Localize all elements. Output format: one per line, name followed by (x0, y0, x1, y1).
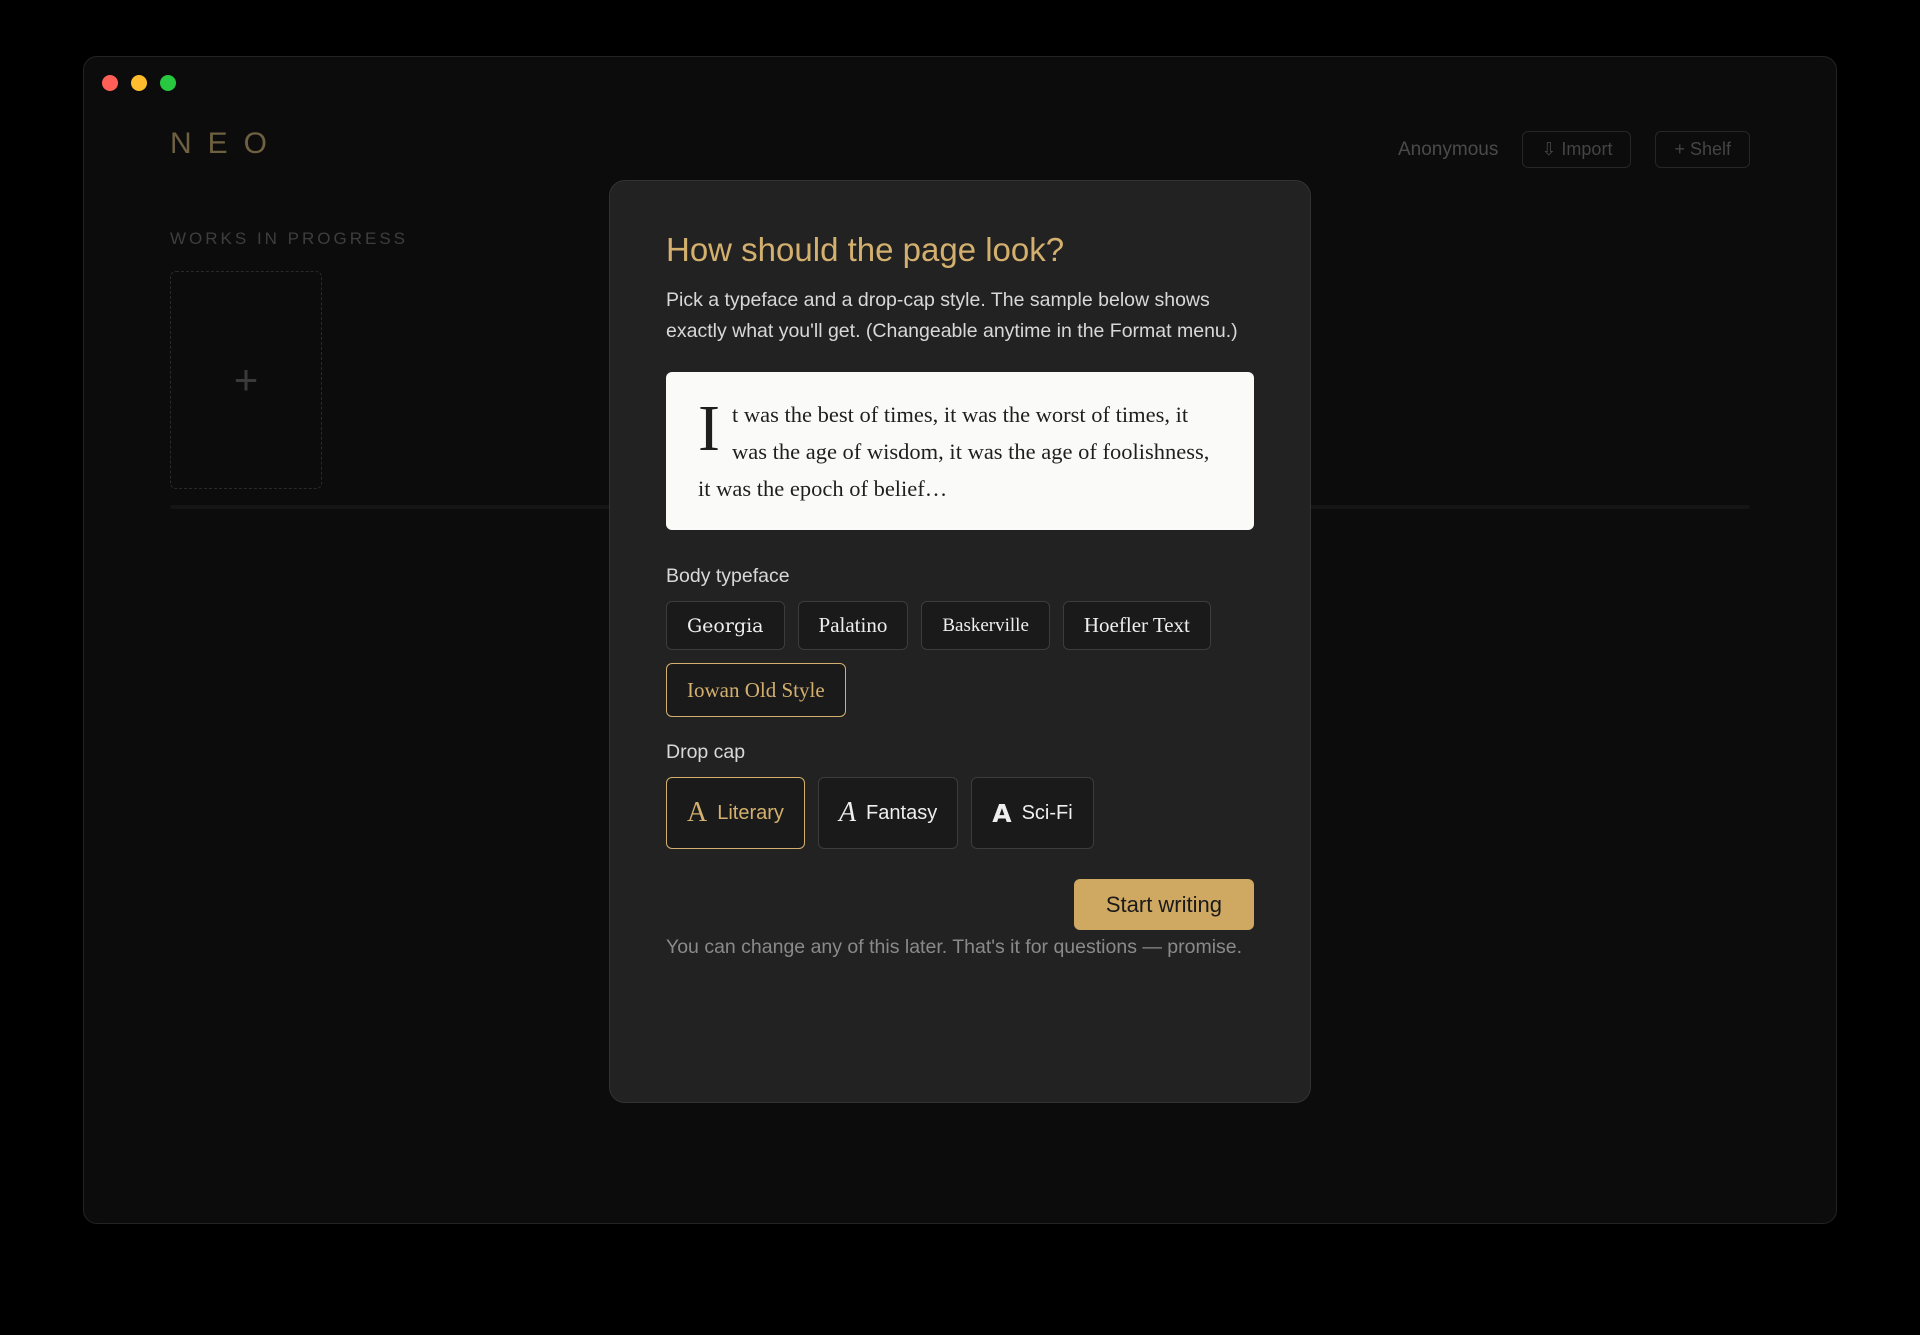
typeface-baskerville-label: Baskerville (942, 614, 1029, 636)
dropcap-literary[interactable]: A Literary (666, 777, 805, 849)
dropcap-scifi-label: Sci-Fi (1021, 801, 1073, 824)
user-name[interactable]: Anonymous (1398, 139, 1498, 161)
typeface-hoefler-text-label: Hoefler Text (1083, 613, 1190, 637)
dropcap-scifi[interactable]: A Sci-Fi (971, 777, 1094, 849)
typeface-palatino-label: Palatino (818, 613, 888, 637)
typeface-hoefler-text[interactable]: Hoefler Text (1062, 601, 1211, 650)
dialog-actions: Start writing (666, 879, 1254, 930)
dialog-description: Pick a typeface and a drop-cap style. Th… (666, 289, 1238, 342)
section-title: WORKS IN PROGRESS (170, 229, 409, 248)
sample-text: t was the best of times, it was the wors… (698, 402, 1210, 501)
close-window-button[interactable] (102, 75, 118, 91)
start-writing-button[interactable]: Start writing (1073, 879, 1254, 930)
add-shelf-button[interactable]: + Shelf (1655, 131, 1750, 168)
header-actions: Anonymous ⇩ Import + Shelf (1398, 131, 1750, 168)
dialog-title: How should the page look? (666, 231, 1065, 268)
fantasy-a-icon: A (838, 797, 857, 828)
literary-a-icon: A (687, 797, 708, 828)
dropcap-label: Drop cap (666, 741, 746, 763)
minimize-window-button[interactable] (131, 75, 147, 91)
window-controls (102, 75, 176, 91)
dropcap-fantasy[interactable]: A Fantasy (817, 777, 959, 849)
app-logo: NEO (170, 127, 284, 160)
plus-icon: + (233, 356, 259, 403)
dropcap-literary-label: Literary (717, 801, 784, 824)
dialog-footnote: You can change any of this later. That's… (666, 936, 1243, 958)
page-style-dialog: How should the page look? Pick a typefac… (609, 180, 1311, 1103)
typeface-iowan-old-style-label: Iowan Old Style (687, 677, 825, 702)
typeface-palatino[interactable]: Palatino (797, 601, 909, 650)
import-button[interactable]: ⇩ Import (1522, 131, 1632, 168)
typeface-georgia[interactable]: Georgia (666, 601, 785, 650)
typeface-baskerville[interactable]: Baskerville (921, 601, 1050, 650)
typeface-options: Georgia Palatino Baskerville Hoefler Tex… (666, 601, 1254, 717)
maximize-window-button[interactable] (160, 75, 176, 91)
typeface-sample: I t was the best of times, it was the wo… (666, 372, 1254, 530)
dropcap-fantasy-label: Fantasy (866, 801, 938, 824)
typeface-iowan-old-style[interactable]: Iowan Old Style (666, 663, 846, 717)
typeface-georgia-label: Georgia (687, 614, 764, 637)
add-shelf-button-label: + Shelf (1674, 139, 1731, 159)
import-button-label: ⇩ Import (1541, 139, 1613, 159)
new-work-card[interactable]: + (170, 271, 322, 489)
typeface-label: Body typeface (666, 565, 790, 587)
sample-drop-cap: I (698, 392, 720, 465)
dropcap-options: A Literary A Fantasy A Sci-Fi (666, 777, 1254, 849)
scifi-a-icon: A (992, 798, 1012, 828)
